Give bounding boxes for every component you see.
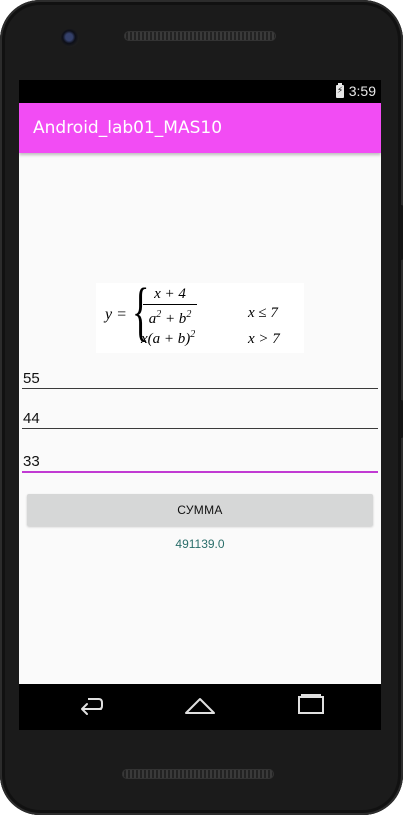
formula-case2-expression: x(a + b)2: [141, 329, 196, 347]
app-screen: Android_lab01_MAS10 y = { x + 4 a2 + b2 …: [19, 103, 381, 684]
formula-denominator: a2 + b2: [148, 309, 192, 327]
number-input-1[interactable]: [22, 369, 379, 389]
home-icon[interactable]: [183, 696, 217, 716]
result-text: 491139.0: [175, 537, 225, 551]
status-bar: ⚡ 3:59: [19, 80, 381, 103]
back-icon[interactable]: [74, 694, 104, 716]
earpiece-speaker: [124, 31, 276, 41]
app-title: Android_lab01_MAS10: [33, 118, 223, 138]
input-field-1[interactable]: [22, 368, 379, 389]
status-time: 3:59: [348, 83, 376, 99]
app-bar: Android_lab01_MAS10: [19, 103, 381, 153]
formula-fraction: x + 4 a2 + b2: [143, 285, 197, 327]
battery-charging-icon: ⚡: [336, 83, 344, 98]
sum-button[interactable]: СУММА: [27, 494, 373, 526]
formula-image: y = { x + 4 a2 + b2 x(a + b)2 x ≤ 7 x > …: [96, 279, 304, 353]
number-input-3[interactable]: [22, 452, 379, 472]
fraction-bar: [143, 304, 197, 305]
formula-lhs: y =: [105, 306, 127, 323]
phone-frame: ⚡ 3:59 Android_lab01_MAS10 y = { x + 4 a…: [0, 0, 403, 815]
formula-case2-condition: x > 7: [248, 331, 280, 347]
front-camera: [61, 29, 79, 47]
number-input-2[interactable]: [22, 409, 379, 429]
navigation-bar: [19, 684, 381, 730]
formula-numerator: x + 4: [154, 286, 186, 302]
input-field-2[interactable]: [22, 408, 379, 429]
formula-case1-condition: x ≤ 7: [248, 305, 278, 321]
recent-apps-icon[interactable]: [295, 694, 327, 716]
input-field-3[interactable]: [22, 451, 379, 473]
bottom-speaker: [122, 769, 274, 779]
